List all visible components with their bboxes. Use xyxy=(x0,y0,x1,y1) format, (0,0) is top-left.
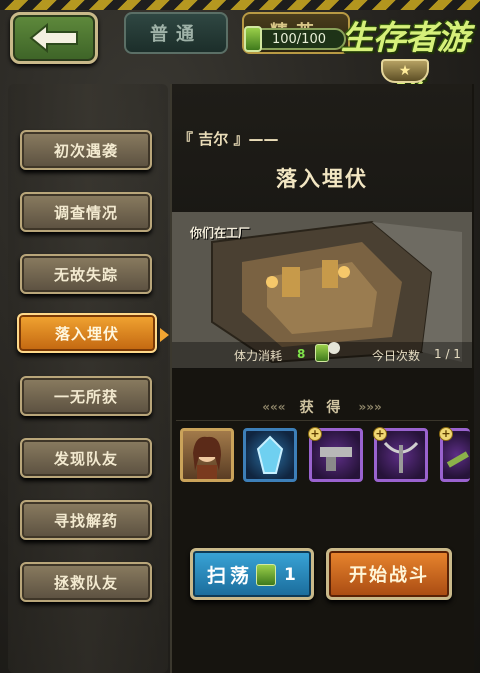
character-name: 『 吉尔 』—— xyxy=(178,130,279,148)
dialog-text: 你们在工厂 xyxy=(190,226,251,240)
stage-title: 落入埋伏 xyxy=(276,167,368,191)
sidebar-item-7[interactable]: 寻找解药 xyxy=(20,500,152,540)
tab-normal[interactable]: 普通 xyxy=(124,12,228,54)
reward-character-portrait-icon[interactable] xyxy=(180,428,234,482)
sidebar-item-3[interactable]: 无故失踪 xyxy=(20,254,152,294)
reward-rifle-icon[interactable]: + xyxy=(439,427,470,482)
sweep-label: 扫荡 xyxy=(207,564,254,587)
reward-crossbow-icon[interactable]: + xyxy=(373,427,428,482)
rewards-right-decoration: »»» xyxy=(358,400,382,414)
daily-attempts-value: 1 / 1 xyxy=(434,347,461,361)
stamina-counter: 100/100 xyxy=(252,28,346,50)
stamina-battery-icon xyxy=(244,26,262,52)
start-battle-button[interactable]: 开始战斗 xyxy=(326,548,452,600)
plus-badge-icon: + xyxy=(308,427,322,441)
sweep-ticket-icon xyxy=(256,564,276,586)
portrait-icon xyxy=(193,436,221,479)
star-badge-icon: ★ xyxy=(381,59,429,83)
crystal-icon xyxy=(256,435,284,474)
stamina-cost-label: 体力消耗 xyxy=(234,349,283,363)
daily-attempts-label: 今日次数 xyxy=(372,349,421,363)
sidebar-item-4[interactable]: 落入埋伏 xyxy=(17,313,157,353)
plus-badge-icon: + xyxy=(373,427,387,441)
rewards-left-decoration: ««« xyxy=(262,400,286,414)
active-indicator-arrow-icon xyxy=(160,328,169,342)
plus-badge-icon: + xyxy=(439,427,453,441)
reward-blue-crystal-icon[interactable] xyxy=(243,428,297,482)
game-logo: 生存者游戏 ★ xyxy=(335,5,475,105)
reward-pistol-icon[interactable]: + xyxy=(308,427,363,482)
sidebar-item-5[interactable]: 一无所获 xyxy=(20,376,152,416)
sidebar-item-8[interactable]: 拯救队友 xyxy=(20,562,152,602)
sidebar-item-1[interactable]: 初次遇袭 xyxy=(20,130,152,170)
rewards-divider xyxy=(176,420,468,421)
back-arrow-icon xyxy=(29,23,78,53)
sidebar-item-6[interactable]: 发现队友 xyxy=(20,438,152,478)
stamina-cost-value: 8 xyxy=(297,347,306,361)
back-button[interactable] xyxy=(10,12,98,64)
rewards-header: ««« 获 得 »»» xyxy=(172,392,472,422)
stamina-cost-icon xyxy=(315,344,329,362)
sweep-count: 1 xyxy=(284,565,296,585)
stamina-drop-icon xyxy=(328,342,340,354)
top-bar: 普通 精英 100/100 生存者游戏 ★ xyxy=(0,0,480,105)
rewards-title: 获 得 xyxy=(299,400,345,416)
sidebar-item-2[interactable]: 调查情况 xyxy=(20,192,152,232)
